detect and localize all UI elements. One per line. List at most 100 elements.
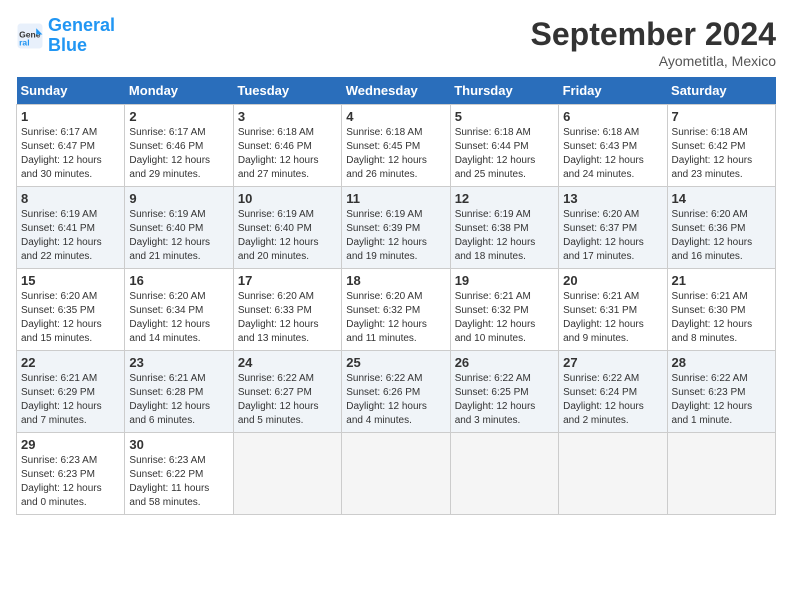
day-number: 3 xyxy=(238,109,337,124)
day-detail: Sunrise: 6:18 AM Sunset: 6:43 PM Dayligh… xyxy=(563,126,662,182)
day-number: 18 xyxy=(346,273,445,288)
day-cell: 2Sunrise: 6:17 AM Sunset: 6:46 PM Daylig… xyxy=(125,105,233,187)
day-cell: 21 Sunrise: 6:21 AM Sunset: 6:30 PM Dayli… xyxy=(667,269,775,351)
day-number: 10 xyxy=(238,191,337,206)
week-row-4: 22 Sunrise: 6:21 AM Sunset: 6:29 PM Dayli… xyxy=(17,351,776,433)
day-detail: Sunrise: 6:20 AM Sunset: 6:36 PM Dayligh… xyxy=(672,208,771,264)
day-cell xyxy=(450,433,558,515)
day-cell: 9Sunrise: 6:19 AM Sunset: 6:40 PM Daylig… xyxy=(125,187,233,269)
day-number: 28 xyxy=(672,355,771,370)
day-detail: Sunrise: 6:22 AM Sunset: 6:25 PM Dayligh… xyxy=(455,372,554,428)
day-cell: 10Sunrise: 6:19 AM Sunset: 6:40 PM Dayli… xyxy=(233,187,341,269)
day-cell: 3 Sunrise: 6:18 AM Sunset: 6:46 PM Daylig… xyxy=(233,105,341,187)
day-number: 13 xyxy=(563,191,662,206)
day-number: 29 xyxy=(21,437,120,452)
header-row: SundayMondayTuesdayWednesdayThursdayFrid… xyxy=(17,77,776,105)
day-number: 26 xyxy=(455,355,554,370)
day-number: 30 xyxy=(129,437,228,452)
day-detail: Sunrise: 6:21 AM Sunset: 6:30 PM Dayligh… xyxy=(672,290,771,346)
day-cell: 22 Sunrise: 6:21 AM Sunset: 6:29 PM Dayli… xyxy=(17,351,125,433)
calendar-title: September 2024 xyxy=(531,16,776,53)
col-header-sunday: Sunday xyxy=(17,77,125,105)
logo: Gene ral General Blue xyxy=(16,16,115,56)
week-row-5: 29 Sunrise: 6:23 AM Sunset: 6:23 PM Dayli… xyxy=(17,433,776,515)
col-header-friday: Friday xyxy=(559,77,667,105)
day-cell: 11 Sunrise: 6:19 AM Sunset: 6:39 PM Dayli… xyxy=(342,187,450,269)
day-number: 2 xyxy=(129,109,228,124)
day-detail: Sunrise: 6:22 AM Sunset: 6:23 PM Dayligh… xyxy=(672,372,771,428)
day-cell: 19Sunrise: 6:21 AM Sunset: 6:32 PM Dayli… xyxy=(450,269,558,351)
day-detail: Sunrise: 6:22 AM Sunset: 6:24 PM Dayligh… xyxy=(563,372,662,428)
day-number: 27 xyxy=(563,355,662,370)
logo-line1: General xyxy=(48,16,115,36)
day-cell: 14 Sunrise: 6:20 AM Sunset: 6:36 PM Dayli… xyxy=(667,187,775,269)
day-number: 4 xyxy=(346,109,445,124)
day-detail: Sunrise: 6:18 AM Sunset: 6:45 PM Dayligh… xyxy=(346,126,445,182)
day-number: 14 xyxy=(672,191,771,206)
day-detail: Sunrise: 6:20 AM Sunset: 6:35 PM Dayligh… xyxy=(21,290,120,346)
day-cell: 28 Sunrise: 6:22 AM Sunset: 6:23 PM Dayli… xyxy=(667,351,775,433)
day-cell: 15 Sunrise: 6:20 AM Sunset: 6:35 PM Dayli… xyxy=(17,269,125,351)
day-cell: 5Sunrise: 6:18 AM Sunset: 6:44 PM Daylig… xyxy=(450,105,558,187)
day-number: 9 xyxy=(129,191,228,206)
day-cell: 8 Sunrise: 6:19 AM Sunset: 6:41 PM Daylig… xyxy=(17,187,125,269)
logo-icon: Gene ral xyxy=(16,22,44,50)
day-cell xyxy=(667,433,775,515)
title-block: September 2024 Ayometitla, Mexico xyxy=(531,16,776,69)
day-detail: Sunrise: 6:18 AM Sunset: 6:44 PM Dayligh… xyxy=(455,126,554,182)
day-cell: 23Sunrise: 6:21 AM Sunset: 6:28 PM Dayli… xyxy=(125,351,233,433)
day-cell: 7 Sunrise: 6:18 AM Sunset: 6:42 PM Daylig… xyxy=(667,105,775,187)
day-cell: 25 Sunrise: 6:22 AM Sunset: 6:26 PM Dayli… xyxy=(342,351,450,433)
logo-line2: Blue xyxy=(48,36,115,56)
week-row-2: 8 Sunrise: 6:19 AM Sunset: 6:41 PM Daylig… xyxy=(17,187,776,269)
day-detail: Sunrise: 6:21 AM Sunset: 6:28 PM Dayligh… xyxy=(129,372,228,428)
day-number: 1 xyxy=(21,109,120,124)
day-number: 16 xyxy=(129,273,228,288)
page-header: Gene ral General Blue September 2024 Ayo… xyxy=(16,16,776,69)
day-cell: 1 Sunrise: 6:17 AM Sunset: 6:47 PM Daylig… xyxy=(17,105,125,187)
day-cell: 6Sunrise: 6:18 AM Sunset: 6:43 PM Daylig… xyxy=(559,105,667,187)
day-cell xyxy=(559,433,667,515)
day-detail: Sunrise: 6:20 AM Sunset: 6:33 PM Dayligh… xyxy=(238,290,337,346)
day-detail: Sunrise: 6:22 AM Sunset: 6:26 PM Dayligh… xyxy=(346,372,445,428)
day-detail: Sunrise: 6:23 AM Sunset: 6:22 PM Dayligh… xyxy=(129,454,228,510)
svg-text:ral: ral xyxy=(19,37,29,47)
day-detail: Sunrise: 6:20 AM Sunset: 6:32 PM Dayligh… xyxy=(346,290,445,346)
day-cell: 18 Sunrise: 6:20 AM Sunset: 6:32 PM Dayli… xyxy=(342,269,450,351)
calendar-subtitle: Ayometitla, Mexico xyxy=(531,53,776,69)
week-row-1: 1 Sunrise: 6:17 AM Sunset: 6:47 PM Daylig… xyxy=(17,105,776,187)
day-cell: 30 Sunrise: 6:23 AM Sunset: 6:22 PM Dayli… xyxy=(125,433,233,515)
day-cell xyxy=(233,433,341,515)
day-detail: Sunrise: 6:19 AM Sunset: 6:39 PM Dayligh… xyxy=(346,208,445,264)
day-number: 15 xyxy=(21,273,120,288)
day-number: 19 xyxy=(455,273,554,288)
day-detail: Sunrise: 6:21 AM Sunset: 6:29 PM Dayligh… xyxy=(21,372,120,428)
day-number: 25 xyxy=(346,355,445,370)
day-detail: Sunrise: 6:18 AM Sunset: 6:42 PM Dayligh… xyxy=(672,126,771,182)
day-detail: Sunrise: 6:21 AM Sunset: 6:31 PM Dayligh… xyxy=(563,290,662,346)
day-cell: 12 Sunrise: 6:19 AM Sunset: 6:38 PM Dayli… xyxy=(450,187,558,269)
day-detail: Sunrise: 6:18 AM Sunset: 6:46 PM Dayligh… xyxy=(238,126,337,182)
day-cell: 26 Sunrise: 6:22 AM Sunset: 6:25 PM Dayli… xyxy=(450,351,558,433)
day-detail: Sunrise: 6:19 AM Sunset: 6:41 PM Dayligh… xyxy=(21,208,120,264)
day-detail: Sunrise: 6:20 AM Sunset: 6:34 PM Dayligh… xyxy=(129,290,228,346)
col-header-monday: Monday xyxy=(125,77,233,105)
day-detail: Sunrise: 6:19 AM Sunset: 6:38 PM Dayligh… xyxy=(455,208,554,264)
calendar-table: SundayMondayTuesdayWednesdayThursdayFrid… xyxy=(16,77,776,515)
day-cell: 24Sunrise: 6:22 AM Sunset: 6:27 PM Dayli… xyxy=(233,351,341,433)
day-number: 12 xyxy=(455,191,554,206)
day-number: 7 xyxy=(672,109,771,124)
day-number: 11 xyxy=(346,191,445,206)
day-number: 22 xyxy=(21,355,120,370)
day-cell xyxy=(342,433,450,515)
day-detail: Sunrise: 6:23 AM Sunset: 6:23 PM Dayligh… xyxy=(21,454,120,510)
day-cell: 4 Sunrise: 6:18 AM Sunset: 6:45 PM Daylig… xyxy=(342,105,450,187)
day-number: 17 xyxy=(238,273,337,288)
day-cell: 27 Sunrise: 6:22 AM Sunset: 6:24 PM Dayli… xyxy=(559,351,667,433)
day-number: 24 xyxy=(238,355,337,370)
day-number: 21 xyxy=(672,273,771,288)
day-cell: 17 Sunrise: 6:20 AM Sunset: 6:33 PM Dayli… xyxy=(233,269,341,351)
day-detail: Sunrise: 6:17 AM Sunset: 6:47 PM Dayligh… xyxy=(21,126,120,182)
col-header-tuesday: Tuesday xyxy=(233,77,341,105)
day-number: 8 xyxy=(21,191,120,206)
